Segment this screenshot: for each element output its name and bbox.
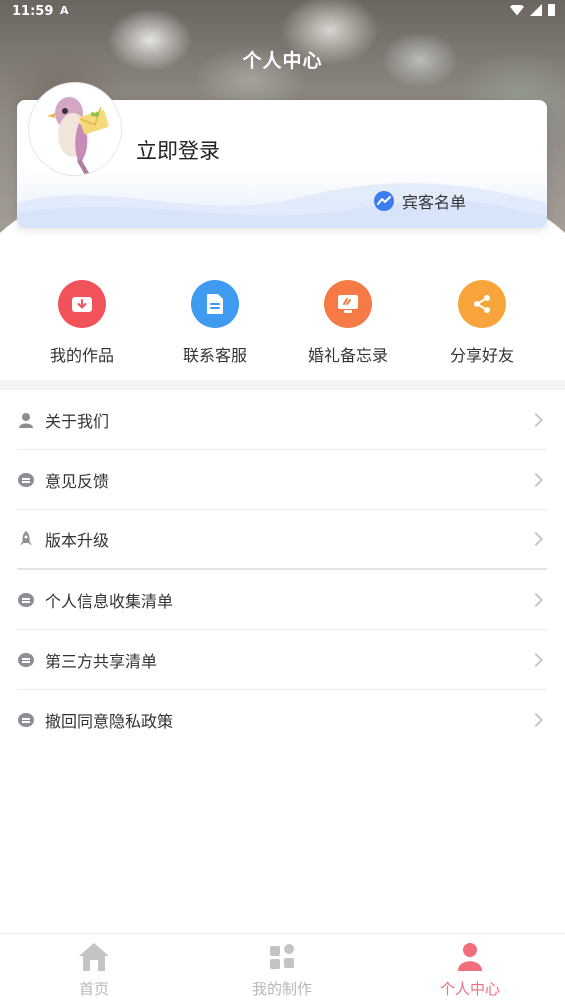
page-title: 个人中心 — [242, 50, 323, 72]
chevron-right-icon — [528, 712, 544, 728]
chevron-right-icon — [528, 652, 544, 667]
menu-item-about-us[interactable]: 关于我们 — [17, 390, 547, 450]
share-icon — [458, 280, 506, 328]
chevron-right-icon — [528, 412, 544, 427]
guest-list-label: 宾客名单 — [402, 193, 467, 212]
menu-label: 个人信息收集清单 — [45, 591, 174, 611]
chevron-right-icon — [528, 531, 544, 547]
nav-personal-center[interactable]: 个人中心 — [410, 942, 530, 999]
menu-item-withdraw-consent[interactable]: 撤回同意隐私政策 — [17, 690, 547, 750]
nav-label: 我的制作 — [251, 980, 312, 998]
nav-my-creations[interactable]: 我的制作 — [222, 942, 342, 999]
guest-list-button[interactable]: 宾客名单 — [374, 189, 466, 213]
action-wedding-memo[interactable]: 婚礼备忘录 — [288, 280, 408, 366]
user-icon — [17, 411, 35, 429]
person-icon — [454, 942, 486, 972]
chat-bubble-icon — [17, 591, 35, 609]
battery-icon — [548, 4, 555, 16]
chevron-right-icon — [528, 472, 544, 487]
action-label: 婚礼备忘录 — [307, 346, 388, 365]
chat-bubble-icon — [17, 471, 35, 489]
menu-label: 撤回同意隐私政策 — [45, 712, 174, 731]
menu-item-version-upgrade[interactable]: 版本升级 — [17, 510, 547, 570]
grid-icon — [266, 942, 298, 972]
action-label: 联系客服 — [182, 346, 247, 365]
avatar[interactable] — [28, 82, 122, 176]
menu-label: 第三方共享清单 — [45, 651, 158, 671]
action-my-works[interactable]: 我的作品 — [22, 280, 142, 366]
notification-icon: A — [60, 4, 69, 17]
wifi-icon — [510, 4, 524, 16]
login-link[interactable]: 立即登录 — [136, 135, 220, 165]
chat-bubble-icon — [17, 711, 35, 729]
monitor-icon — [324, 280, 372, 328]
menu-label: 意见反馈 — [45, 471, 110, 491]
document-icon — [191, 280, 239, 328]
status-bar: 11:59 A — [0, 0, 565, 24]
status-icons — [510, 4, 555, 16]
rocket-icon — [17, 530, 35, 548]
download-icon — [58, 280, 106, 328]
action-label: 分享好友 — [449, 346, 514, 365]
section-divider — [0, 380, 565, 390]
menu-item-third-party-sharing[interactable]: 第三方共享清单 — [17, 630, 547, 690]
nav-label: 首页 — [78, 980, 109, 998]
menu-label: 关于我们 — [45, 411, 110, 431]
chat-bubble-icon — [17, 651, 35, 669]
chart-trend-icon — [374, 191, 394, 211]
nav-label: 个人中心 — [439, 980, 500, 998]
menu-label: 版本升级 — [45, 531, 110, 550]
chevron-right-icon — [528, 592, 544, 607]
status-time: 11:59 — [12, 4, 54, 19]
quick-actions: 我的作品 联系客服 婚礼备忘录 分享好友 — [0, 280, 565, 370]
menu-item-feedback[interactable]: 意见反馈 — [17, 450, 547, 510]
bottom-nav: 首页 我的制作 个人中心 — [0, 933, 565, 1004]
nav-home[interactable]: 首页 — [34, 942, 154, 999]
action-label: 我的作品 — [49, 346, 114, 365]
home-icon — [78, 942, 110, 972]
card-wave-decoration — [17, 168, 547, 228]
menu-item-personal-info-list[interactable]: 个人信息收集清单 — [17, 570, 547, 630]
action-contact-service[interactable]: 联系客服 — [155, 280, 275, 366]
action-share-friends[interactable]: 分享好友 — [422, 280, 542, 366]
bird-avatar-icon — [30, 84, 121, 175]
signal-icon — [530, 4, 542, 16]
